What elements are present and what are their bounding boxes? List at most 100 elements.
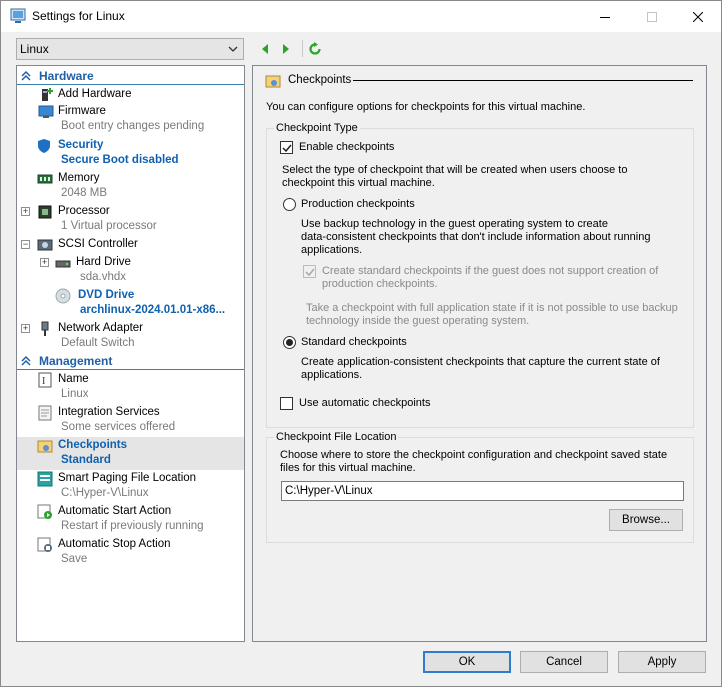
management-section-header[interactable]: Management xyxy=(17,352,244,370)
checkmark-icon xyxy=(304,268,315,276)
production-desc-3: applications. xyxy=(301,244,363,256)
tree-item-network-adapter[interactable]: + Network Adapter Default Switch xyxy=(17,321,244,354)
tree-item-name[interactable]: I Name Linux xyxy=(17,372,244,405)
ok-button-label: OK xyxy=(458,656,476,668)
cancel-button-label: Cancel xyxy=(546,656,582,668)
tree-item-detail: C:\Hyper-V\Linux xyxy=(61,487,149,499)
back-button[interactable] xyxy=(256,40,274,58)
hardware-section-header[interactable]: Hardware xyxy=(17,67,244,85)
select-type-desc-1: Select the type of checkpoint that will … xyxy=(282,164,628,176)
production-desc-1: Use backup technology in the guest opera… xyxy=(301,218,608,230)
vm-selector-value: Linux xyxy=(20,42,49,56)
fallback-standard-checkbox[interactable] xyxy=(303,265,316,278)
tree-item-add-hardware[interactable]: Add Hardware xyxy=(17,87,244,103)
tree-item-label: DVD Drive xyxy=(78,289,135,301)
smart-paging-icon xyxy=(37,471,53,487)
apply-button[interactable]: Apply xyxy=(618,651,706,673)
hardware-section-label: Hardware xyxy=(39,69,94,83)
cancel-button[interactable]: Cancel xyxy=(520,651,608,673)
standard-desc-2: applications. xyxy=(301,369,363,381)
window-title: Settings for Linux xyxy=(32,9,125,23)
chevron-down-icon xyxy=(227,43,239,58)
tree-item-security[interactable]: Security Secure Boot disabled xyxy=(17,138,244,171)
refresh-icon xyxy=(309,42,321,55)
start-action-icon xyxy=(37,504,53,520)
automatic-checkpoints-checkbox[interactable] xyxy=(280,397,293,410)
hyperv-app-icon xyxy=(10,8,26,24)
forward-button[interactable] xyxy=(277,40,295,58)
fallback-desc-1: Take a checkpoint with full application … xyxy=(306,302,678,314)
management-section-label: Management xyxy=(39,354,113,368)
tree-item-integration-services[interactable]: Integration Services Some services offer… xyxy=(17,405,244,438)
tree-item-label: Hard Drive xyxy=(76,256,131,268)
tree-item-detail: Secure Boot disabled xyxy=(61,154,179,166)
close-button[interactable] xyxy=(675,1,721,32)
tree-item-detail: archlinux-2024.01.01-x86... xyxy=(80,304,226,316)
tree-item-dvd-drive[interactable]: DVD Drive archlinux-2024.01.01-x86... xyxy=(17,288,244,321)
browse-button-label: Browse... xyxy=(622,514,670,526)
standard-checkpoints-radio[interactable] xyxy=(283,336,296,349)
select-type-desc-2: checkpoint this virtual machine. xyxy=(282,177,435,189)
memory-icon xyxy=(37,171,53,187)
tree-item-firmware[interactable]: Firmware Boot entry changes pending xyxy=(17,104,244,137)
tree-item-automatic-stop-action[interactable]: Automatic Stop Action Save xyxy=(17,537,244,570)
standard-checkpoints-label[interactable]: Standard checkpoints xyxy=(301,336,407,349)
tree-item-memory[interactable]: Memory 2048 MB xyxy=(17,171,244,204)
tree-item-detail: 1 Virtual processor xyxy=(61,220,157,232)
tree-item-detail: sda.vhdx xyxy=(80,271,127,283)
tree-item-automatic-start-action[interactable]: Automatic Start Action Restart if previo… xyxy=(17,504,244,537)
tree-item-processor[interactable]: + Processor 1 Virtual processor xyxy=(17,204,244,237)
tree-item-label: Integration Services xyxy=(58,406,160,418)
ok-button[interactable]: OK xyxy=(423,651,511,673)
collapse-chevrons-icon xyxy=(20,355,32,370)
tree-item-smart-paging[interactable]: Smart Paging File Location C:\Hyper-V\Li… xyxy=(17,471,244,504)
enable-checkpoints-checkbox[interactable] xyxy=(280,141,293,154)
add-hardware-icon xyxy=(38,87,54,103)
maximize-button[interactable] xyxy=(629,1,675,32)
arrow-right-icon xyxy=(283,44,289,54)
tree-item-detail: Some services offered xyxy=(61,421,176,433)
tree-item-label: Security xyxy=(58,139,104,151)
vm-selector-dropdown[interactable]: Linux xyxy=(16,38,244,60)
tree-item-detail: Linux xyxy=(61,388,89,400)
tree-item-detail: Standard xyxy=(61,454,111,466)
tree-item-detail: Save xyxy=(61,553,88,565)
collapse-chevrons-icon xyxy=(20,70,32,85)
tree-item-checkpoints[interactable]: Checkpoints Standard xyxy=(17,437,244,470)
tree-item-label: Add Hardware xyxy=(58,88,132,100)
tree-item-hard-drive[interactable]: + Hard Drive sda.vhdx xyxy=(17,255,244,288)
firmware-icon xyxy=(38,104,54,120)
checkpoint-location-value: C:\Hyper-V\Linux xyxy=(285,485,373,497)
tree-item-label: Automatic Start Action xyxy=(58,505,172,517)
settings-tree: Hardware Add Hardware Firmware Boot entr… xyxy=(16,65,245,642)
tree-item-scsi-controller[interactable]: − SCSI Controller xyxy=(17,237,244,254)
tree-item-detail: 2048 MB xyxy=(61,187,108,199)
checkpoint-location-input[interactable]: C:\Hyper-V\Linux xyxy=(281,481,684,501)
tree-item-label: Checkpoints xyxy=(58,439,128,451)
processor-icon xyxy=(37,204,53,220)
tree-item-detail: Default Switch xyxy=(61,337,135,349)
production-checkpoints-label[interactable]: Production checkpoints xyxy=(301,198,415,211)
expand-plus-icon[interactable]: + xyxy=(21,207,30,216)
location-desc-2: files for this virtual machine. xyxy=(280,462,416,474)
tree-item-label: Memory xyxy=(58,172,100,184)
production-checkpoints-radio[interactable] xyxy=(283,198,296,211)
checkpoints-settings-panel: Checkpoints You can configure options fo… xyxy=(252,65,707,642)
browse-button[interactable]: Browse... xyxy=(609,509,683,531)
enable-checkpoints-label[interactable]: Enable checkpoints xyxy=(299,141,394,154)
minimize-button[interactable] xyxy=(582,1,628,32)
name-text-icon: I xyxy=(37,372,53,388)
refresh-button[interactable] xyxy=(306,40,324,58)
apply-button-label: Apply xyxy=(647,656,677,668)
collapse-minus-icon[interactable]: − xyxy=(21,240,30,249)
tree-item-label: Smart Paging File Location xyxy=(58,472,197,484)
checkpoint-icon xyxy=(265,73,281,92)
automatic-checkpoints-label[interactable]: Use automatic checkpoints xyxy=(299,397,430,410)
expand-plus-icon[interactable]: + xyxy=(40,258,49,267)
tree-item-label: Firmware xyxy=(58,105,106,117)
expand-plus-icon[interactable]: + xyxy=(21,324,30,333)
integration-services-icon xyxy=(37,405,53,421)
tree-item-label: Name xyxy=(58,373,89,385)
settings-window: Settings for Linux Linux Hardware Add Ha… xyxy=(0,0,722,687)
fallback-label-2: production checkpoints. xyxy=(322,278,438,290)
